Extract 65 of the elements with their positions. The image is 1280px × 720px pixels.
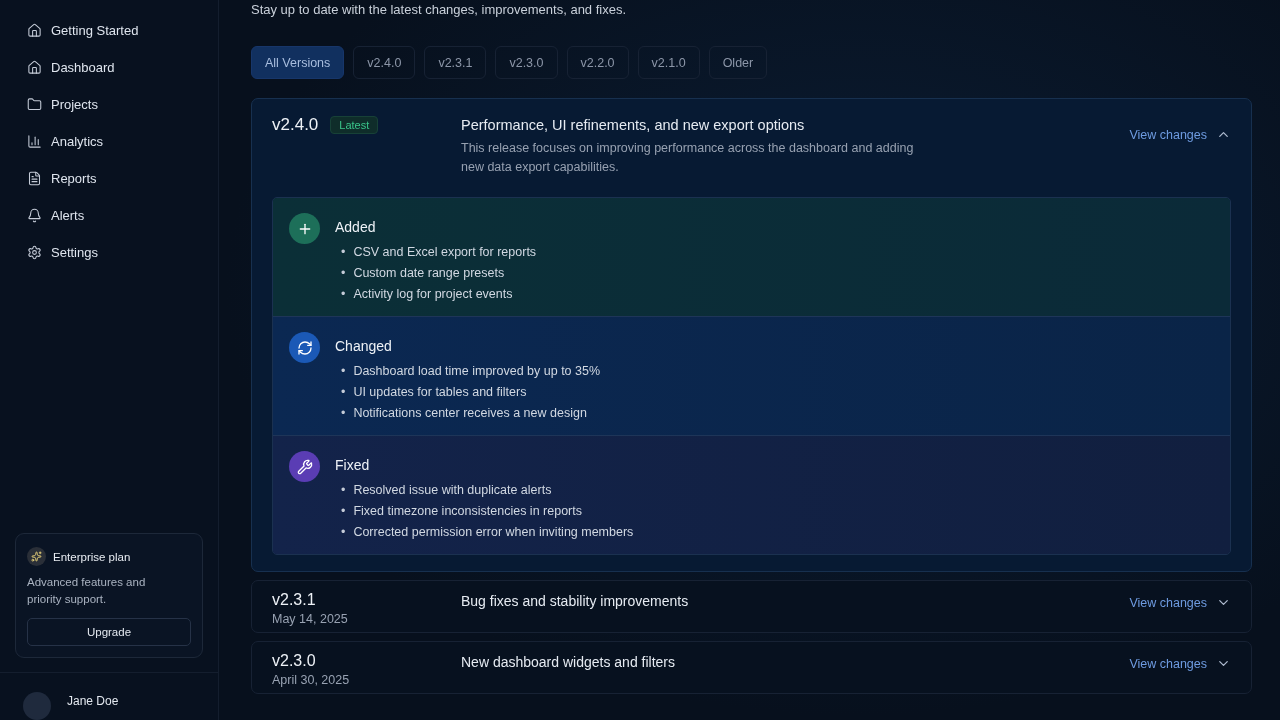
- plan-title: Enterprise plan: [53, 550, 131, 563]
- plus-icon: [289, 213, 320, 244]
- sidebar-item[interactable]: Settings: [27, 240, 218, 264]
- release-title: Bug fixes and stability improvements: [461, 593, 690, 609]
- version-filter-tab[interactable]: v2.1.0: [637, 46, 700, 79]
- change-item: Corrected permission error when inviting members: [353, 523, 634, 540]
- release-title: Performance, UI refinements, and new export options: [461, 117, 806, 133]
- house-icon: [27, 22, 42, 38]
- release-title: New dashboard widgets and filters: [461, 654, 676, 670]
- change-item: CSV and Excel export for reports: [353, 243, 537, 260]
- version-number: v2.4.0: [272, 115, 319, 135]
- sidebar-item[interactable]: Projects: [27, 92, 218, 116]
- change-item: Activity log for project events: [353, 285, 513, 302]
- change-item: Custom date range presets: [353, 264, 505, 281]
- bullet-mark: •: [341, 481, 346, 498]
- version-filter-tab[interactable]: v2.4.0: [353, 46, 416, 79]
- change-item: Notifications center receives a new design: [353, 404, 587, 421]
- sidebar-item[interactable]: Dashboard: [27, 55, 218, 79]
- version-filter-tab[interactable]: Older: [708, 46, 768, 79]
- bar-chart-icon: [27, 133, 42, 149]
- settings-icon: [27, 244, 42, 260]
- sidebar-item[interactable]: Alerts: [27, 203, 218, 227]
- bell-icon: [27, 207, 42, 223]
- version-filter-tab[interactable]: All Versions: [251, 46, 345, 79]
- section-title: Added: [335, 219, 377, 235]
- wrench-icon: [289, 451, 320, 482]
- refresh-icon: [289, 332, 320, 363]
- change-item: Resolved issue with duplicate alerts: [353, 481, 552, 498]
- view-changes-button[interactable]: View changes: [1129, 591, 1231, 610]
- change-item: Dashboard load time improved by up to 35%: [353, 362, 601, 379]
- sparkles-icon: [27, 547, 46, 566]
- version-number: v2.3.1: [272, 591, 316, 609]
- version-filter-tab[interactable]: v2.3.1: [424, 46, 487, 79]
- page-subtitle: Stay up to date with the latest changes, improvements, and fixes.: [251, 2, 628, 18]
- folder-icon: [27, 96, 42, 112]
- bullet-mark: •: [341, 243, 346, 260]
- document-icon: [27, 170, 42, 186]
- user-name: Jane Doe: [67, 694, 119, 708]
- release-date: May 14, 2025: [272, 612, 349, 626]
- change-item: Fixed timezone inconsistencies in reports: [353, 502, 582, 519]
- sidebar-item[interactable]: Reports: [27, 166, 218, 190]
- bullet-mark: •: [341, 383, 346, 400]
- version-filter-tab[interactable]: v2.3.0: [495, 46, 558, 79]
- bullet-mark: •: [341, 362, 346, 379]
- version-filter-tab[interactable]: v2.2.0: [566, 46, 629, 79]
- bullet-mark: •: [341, 264, 346, 281]
- release-description: This release focuses on improving performance across the dashboard and adding new data export capabilities.: [461, 140, 915, 176]
- bullet-mark: •: [341, 502, 346, 519]
- house-icon: [27, 59, 42, 75]
- release-date: April 30, 2025: [272, 673, 351, 687]
- bullet-mark: •: [341, 523, 346, 540]
- sidebar-item[interactable]: Analytics: [27, 129, 218, 153]
- bullet-mark: •: [341, 285, 346, 302]
- sidebar-item[interactable]: Getting Started: [27, 18, 218, 42]
- upgrade-button[interactable]: Upgrade: [27, 618, 191, 646]
- version-number: v2.3.0: [272, 652, 316, 670]
- section-title: Changed: [335, 338, 393, 354]
- section-title: Fixed: [335, 457, 371, 473]
- view-changes-button[interactable]: View changes: [1129, 652, 1231, 671]
- bullet-mark: •: [341, 404, 346, 421]
- latest-badge: Latest: [330, 116, 379, 134]
- user-avatar: [23, 692, 51, 720]
- plan-description: Advanced features and priority support.: [27, 575, 147, 607]
- view-changes-button[interactable]: View changes: [1129, 123, 1231, 142]
- change-item: UI updates for tables and filters: [353, 383, 527, 400]
